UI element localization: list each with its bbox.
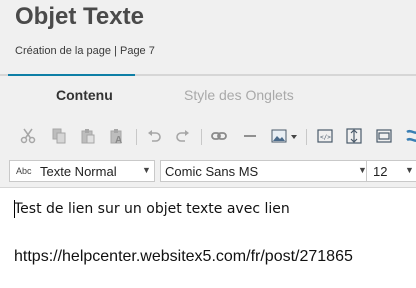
special-icon[interactable] xyxy=(404,127,416,145)
chevron-down-icon: ▼ xyxy=(405,165,414,175)
font-size-value: 12 xyxy=(373,164,388,179)
breadcrumb: Création de la page | Page 7 xyxy=(15,45,155,57)
paragraph-style-select[interactable]: Abc Texte Normal ▼ xyxy=(9,160,155,182)
horizontal-line-icon[interactable] xyxy=(241,127,259,145)
svg-text:A: A xyxy=(115,135,122,144)
tab-style-des-onglets[interactable]: Style des Onglets xyxy=(184,87,294,103)
redo-icon[interactable] xyxy=(174,127,192,145)
link-icon[interactable] xyxy=(210,127,228,145)
editor-text-line[interactable]: Test de lien sur un objet texte avec lie… xyxy=(14,201,290,217)
svg-text:</>: </> xyxy=(320,134,331,141)
paste-text-icon[interactable]: A xyxy=(108,127,126,145)
editor-link-text[interactable]: https://helpcenter.websitex5.com/fr/post… xyxy=(14,248,353,266)
style-preview-label: Abc xyxy=(16,166,32,176)
copy-icon[interactable] xyxy=(50,127,68,145)
font-family-value: Comic Sans MS xyxy=(165,164,259,179)
editor-toolbar: A </> xyxy=(0,116,416,156)
panel-header: Objet Texte Création de la page | Page 7 xyxy=(0,0,416,76)
line-height-icon[interactable] xyxy=(345,127,363,145)
toolbar-separator xyxy=(306,129,307,145)
toolbar-separator xyxy=(136,129,137,145)
html-code-icon[interactable]: </> xyxy=(316,127,334,145)
cut-icon[interactable] xyxy=(19,127,37,145)
tab-bar: Contenu Style des Onglets xyxy=(0,76,416,116)
chevron-down-icon: ▼ xyxy=(142,165,151,175)
undo-icon[interactable] xyxy=(145,127,163,145)
font-family-select[interactable]: Comic Sans MS ▼ xyxy=(160,160,374,182)
font-size-select[interactable]: 12 ▼ xyxy=(366,160,416,182)
style-value: Texte Normal xyxy=(40,164,117,179)
image-icon[interactable] xyxy=(271,127,299,145)
paste-icon[interactable] xyxy=(79,127,97,145)
tab-contenu[interactable]: Contenu xyxy=(56,87,113,103)
page-title: Objet Texte xyxy=(15,3,144,30)
toolbar-separator xyxy=(201,129,202,145)
layout-icon[interactable] xyxy=(375,127,393,145)
format-bar: Abc Texte Normal ▼ Comic Sans MS ▼ 12 ▼ xyxy=(0,156,416,187)
text-editor[interactable]: Test de lien sur un objet texte avec lie… xyxy=(0,187,416,288)
